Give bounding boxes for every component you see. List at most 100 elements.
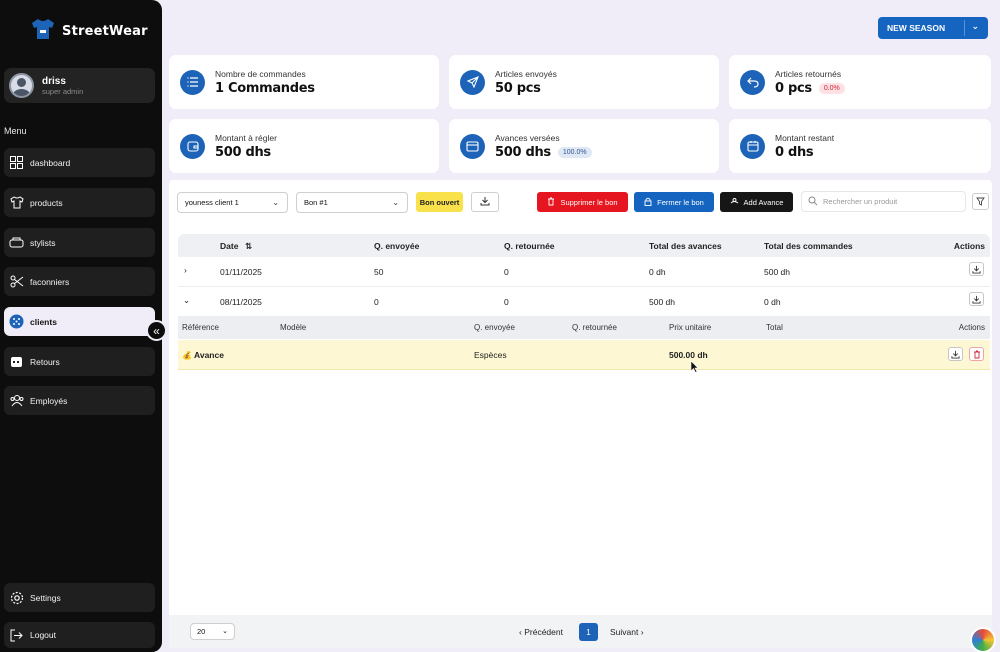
download-button[interactable]	[471, 192, 499, 212]
table-row[interactable]: › 01/11/2025 50 0 0 dh 500 dh	[178, 257, 990, 287]
chevron-right-icon[interactable]: ›	[184, 265, 187, 275]
new-season-dropdown[interactable]: NEW SEASON ⌄	[878, 17, 988, 39]
client-select[interactable]: youness client 1 ⌄	[177, 192, 288, 213]
bon-status-badge: Bon ouvert	[416, 192, 463, 212]
column-header: Total des commandes	[764, 241, 853, 251]
menu-label: Menu	[4, 126, 27, 136]
logout-button[interactable]: Logout	[4, 622, 155, 648]
column-header: Q. envoyée	[374, 241, 420, 251]
chevron-right-icon: ›	[640, 627, 644, 637]
trash-icon[interactable]	[969, 347, 984, 361]
stat-label: Avances versées	[495, 132, 560, 143]
sidebar-item-label: products	[30, 197, 63, 208]
column-header: Modèle	[280, 323, 307, 332]
previous-page-button[interactable]: ‹ Précédent	[519, 627, 563, 637]
stat-value: 1 Commandes	[215, 80, 315, 96]
subtable-row[interactable]: 💰 Avance Espèces 500.00 dh	[178, 340, 990, 370]
scissors-icon	[9, 274, 24, 289]
sidebar-item-dashboard[interactable]: dashboard	[4, 148, 155, 177]
sidebar-item-clients[interactable]: clients	[4, 307, 155, 336]
download-icon[interactable]	[969, 262, 984, 276]
chevron-left-icon: ‹	[519, 627, 522, 637]
sidebar-item-products[interactable]: products	[4, 188, 155, 217]
delete-bon-label: Supprimer le bon	[560, 197, 618, 207]
next-page-button[interactable]: Suivant ›	[610, 627, 644, 637]
shirt-logo-icon	[30, 16, 56, 47]
stat-card-to-pay: Montant à régler 500 dhs	[169, 119, 439, 173]
close-bon-button[interactable]: Fermer le bon	[634, 192, 714, 212]
cell-sent: 50	[374, 267, 384, 277]
stat-card-remaining: Montant restant 0 dhs	[729, 119, 991, 173]
chevron-down-icon: ⌄	[392, 198, 399, 207]
delete-bon-button[interactable]: Supprimer le bon	[537, 192, 628, 212]
sidebar-collapse-button[interactable]: «	[146, 320, 167, 341]
sidebar-item-label: faconniers	[30, 276, 70, 287]
cell-advances: 500 dh	[649, 297, 675, 307]
chevron-down-icon[interactable]: ⌄	[183, 295, 190, 306]
trash-icon	[547, 197, 555, 208]
column-header: Actions	[953, 241, 985, 251]
sort-icon: ⇅	[244, 241, 252, 251]
product-search-input[interactable]: Rechercher un produit	[801, 191, 966, 212]
add-advance-button[interactable]: Add Avance	[720, 192, 793, 212]
logout-icon	[9, 628, 24, 643]
calendar-icon	[9, 354, 24, 369]
wallet-icon	[180, 133, 205, 159]
user-role: super admin	[42, 86, 84, 96]
stat-label: Montant à régler	[215, 132, 277, 143]
shirt-icon	[9, 195, 24, 210]
globe-icon	[9, 314, 24, 329]
sidebar-item-label: Employés	[30, 395, 68, 406]
assistant-button[interactable]	[970, 627, 996, 652]
list-icon	[180, 69, 205, 95]
logout-label: Logout	[30, 630, 56, 640]
stat-value: 0 dhs	[775, 144, 814, 160]
table-row[interactable]: ⌄ 08/11/2025 0 0 500 dh 0 dh	[178, 287, 990, 317]
download-icon[interactable]	[948, 347, 963, 361]
settings-label: Settings	[30, 592, 61, 603]
stat-card-orders: Nombre de commandes 1 Commandes	[169, 55, 439, 109]
column-header: Prix unitaire	[669, 323, 712, 332]
chevron-down-icon: ⌄	[222, 628, 228, 635]
cell-returned: 0	[504, 267, 509, 277]
cell-sent: Espèces	[474, 350, 507, 360]
page-size-select[interactable]: 20 ⌄	[190, 623, 235, 640]
sidebar-item-faconniers[interactable]: faconniers	[4, 267, 155, 296]
stat-value: 500 dhs	[495, 144, 551, 160]
gear-icon	[9, 590, 24, 605]
team-icon	[9, 393, 24, 408]
app-logo[interactable]: StreetWear	[30, 16, 148, 47]
stat-value: 500 dhs	[215, 144, 271, 160]
column-header: Total	[766, 323, 783, 332]
download-icon	[480, 196, 490, 208]
user-card[interactable]: driss super admin	[4, 68, 155, 103]
chevron-down-icon: ⌄	[272, 198, 279, 207]
current-page-button[interactable]: 1	[579, 623, 598, 641]
sidebar: StreetWear driss super admin Menu dashbo…	[0, 0, 162, 652]
sidebar-item-retours[interactable]: Retours	[4, 347, 155, 376]
column-label: Date	[220, 241, 239, 251]
filter-button[interactable]	[972, 193, 989, 210]
new-season-label: NEW SEASON	[887, 23, 946, 33]
chevron-down-icon: ⌄	[971, 21, 979, 31]
sidebar-item-employes[interactable]: Employés	[4, 386, 155, 415]
page-size-value: 20	[197, 627, 206, 636]
filter-icon	[976, 193, 985, 211]
download-icon[interactable]	[969, 292, 984, 306]
stat-label: Articles envoyés	[495, 68, 557, 79]
sidebar-item-stylists[interactable]: stylists	[4, 228, 155, 257]
sidebar-item-settings[interactable]: Settings	[4, 583, 155, 612]
stat-card-advances: Avances versées 500 dhs 100.0%	[449, 119, 719, 173]
stat-card-returned: Articles retournés 0 pcs 0.0%	[729, 55, 991, 109]
cell-advances: 0 dh	[649, 267, 666, 277]
user-name: driss	[42, 75, 66, 87]
column-header-date[interactable]: Date ⇅	[220, 241, 252, 252]
lock-icon	[644, 197, 652, 208]
users-icon	[9, 235, 24, 250]
reference-text: Avance	[194, 350, 224, 360]
column-header: Total des avances	[649, 241, 722, 251]
stat-value: 50 pcs	[495, 80, 541, 96]
bon-select[interactable]: Bon #1 ⌄	[296, 192, 408, 213]
column-header: Q. retournée	[504, 241, 555, 251]
close-bon-label: Fermer le bon	[657, 197, 704, 207]
